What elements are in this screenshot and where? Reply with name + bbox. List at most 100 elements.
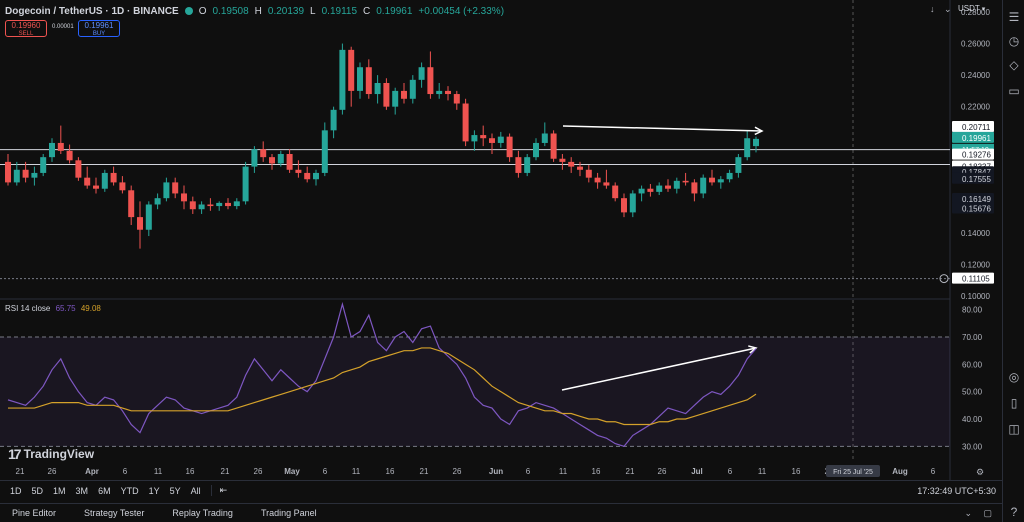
settings-gear-icon[interactable]: ⚙ <box>976 468 984 478</box>
candle-body <box>497 136 504 143</box>
candle-body <box>409 79 416 99</box>
time-axis-label: 11 <box>758 467 767 476</box>
candle-body <box>357 67 363 91</box>
time-axis-label: 16 <box>592 467 601 476</box>
maximize-icon[interactable]: ▢ <box>983 508 992 519</box>
timeframe-bar: 1D 5D 1M 3M 6M YTD 1Y 5Y All ⇤ 17:32:49 … <box>0 480 1002 500</box>
tradingview-logo: 17 TradingView <box>8 446 94 462</box>
candle-body <box>621 198 627 213</box>
candle-body <box>304 172 311 180</box>
candle-body <box>216 202 223 207</box>
scale-lock-icon[interactable]: ⌄ <box>944 4 952 15</box>
tab-replay-trading[interactable]: Replay Trading <box>172 508 233 518</box>
time-axis-label: 16 <box>792 467 801 476</box>
price-tick-label: 0.22000 <box>961 103 990 112</box>
tf-1d[interactable]: 1D <box>10 486 22 496</box>
candle-body <box>101 172 108 189</box>
candle-body <box>189 201 196 210</box>
rsi-value: 65.75 <box>55 304 76 313</box>
tf-1m[interactable]: 1M <box>53 486 66 496</box>
chart-canvas[interactable]: 0.280000.260000.240000.220000.140000.120… <box>0 0 1002 480</box>
candle-body <box>277 154 284 164</box>
candle-body <box>656 185 663 192</box>
close-value: 0.19961 <box>376 5 413 17</box>
tf-all[interactable]: All <box>191 486 201 496</box>
time-axis-label: Aug <box>892 467 908 476</box>
sell-label: SELL <box>18 31 34 37</box>
time-axis-label: 6 <box>526 467 531 476</box>
low-label: L <box>310 5 316 17</box>
tf-ytd[interactable]: YTD <box>121 486 139 496</box>
open-label: O <box>198 5 207 17</box>
tag-level-6: 0.15676 <box>962 204 991 213</box>
time-axis-label: 11 <box>559 467 568 476</box>
open-value: 0.19508 <box>212 5 249 17</box>
tf-1y[interactable]: 1Y <box>149 486 160 496</box>
tf-6m[interactable]: 6M <box>98 486 111 496</box>
target-icon[interactable]: ◎ <box>1007 370 1021 384</box>
rsi-tick-label: 80.00 <box>962 306 983 315</box>
price-tick-label: 0.26000 <box>961 40 990 49</box>
chevron-down-icon[interactable]: ⌄ <box>964 508 972 519</box>
candle-body <box>603 182 610 186</box>
candle-body <box>594 177 601 183</box>
tf-5y[interactable]: 5Y <box>170 486 181 496</box>
candle-body <box>198 204 205 210</box>
rsi-title: RSI 14 close <box>5 304 51 313</box>
time-axis-label: 11 <box>352 467 361 476</box>
candle-body <box>577 166 583 170</box>
candle-body <box>629 193 636 213</box>
sell-button[interactable]: 0.19960 SELL <box>5 20 47 37</box>
rsi-legend[interactable]: RSI 14 close 65.75 49.08 <box>5 304 101 313</box>
time-axis-label: 6 <box>123 467 128 476</box>
time-axis-label: 21 <box>420 467 429 476</box>
layers-icon[interactable]: ◇ <box>1007 58 1021 72</box>
alert-clock-icon[interactable]: ◷ <box>1007 34 1021 48</box>
candle-body <box>260 149 267 158</box>
price-tick-label: 0.14000 <box>961 229 990 238</box>
time-axis-label: May <box>284 467 300 476</box>
candle-body <box>744 138 751 158</box>
clock[interactable]: 17:32:49 UTC+5:30 <box>917 486 996 496</box>
bell-icon[interactable]: ◫ <box>1007 422 1021 436</box>
price-tick-label: 0.24000 <box>961 71 990 80</box>
time-axis-label: 16 <box>186 467 195 476</box>
candle-body <box>5 161 11 183</box>
candle-body <box>401 90 407 99</box>
candle-body <box>128 190 135 218</box>
rsi-tick-label: 60.00 <box>962 360 983 369</box>
tab-pine-editor[interactable]: Pine Editor <box>12 508 56 518</box>
tf-5d[interactable]: 5D <box>32 486 44 496</box>
currency-select[interactable]: USDT ▾ <box>958 4 985 13</box>
candle-body <box>462 103 469 142</box>
chart-area[interactable]: 0.28000 0.26000 0.24000 0.22000 0.14000 0.120… <box>0 0 1002 480</box>
candle-body <box>40 157 47 173</box>
candle-body <box>673 180 680 189</box>
candle-body <box>753 138 759 147</box>
candle-body <box>374 83 381 95</box>
chat-icon[interactable]: ▭ <box>1007 84 1021 98</box>
candle-body <box>22 169 29 178</box>
candle-body <box>207 204 214 207</box>
candle-body <box>638 188 645 194</box>
tf-3m[interactable]: 3M <box>76 486 89 496</box>
download-icon[interactable]: ↓ <box>930 4 935 14</box>
candle-body <box>330 109 337 131</box>
time-axis-label: Jun <box>489 467 503 476</box>
candle-body <box>313 172 319 180</box>
buy-button[interactable]: 0.19961 BUY <box>78 20 120 37</box>
tag-low-level: 0.11105 <box>962 275 990 284</box>
candle-body <box>489 138 495 143</box>
watchlist-icon[interactable]: ☰ <box>1007 10 1021 24</box>
market-open-icon <box>184 7 193 15</box>
time-axis-label: 26 <box>48 467 57 476</box>
candle-body <box>339 49 346 110</box>
symbol-title[interactable]: Dogecoin / TetherUS · 1D · BINANCE <box>5 6 179 17</box>
date-range-icon[interactable]: ⇤ <box>210 485 227 496</box>
help-icon[interactable]: ? <box>1007 505 1021 519</box>
tab-trading-panel[interactable]: Trading Panel <box>261 508 317 518</box>
candle-body <box>251 149 258 167</box>
tab-strategy-tester[interactable]: Strategy Tester <box>84 508 144 518</box>
notification-icon[interactable]: ▯ <box>1007 396 1021 410</box>
candle-body <box>66 150 73 161</box>
